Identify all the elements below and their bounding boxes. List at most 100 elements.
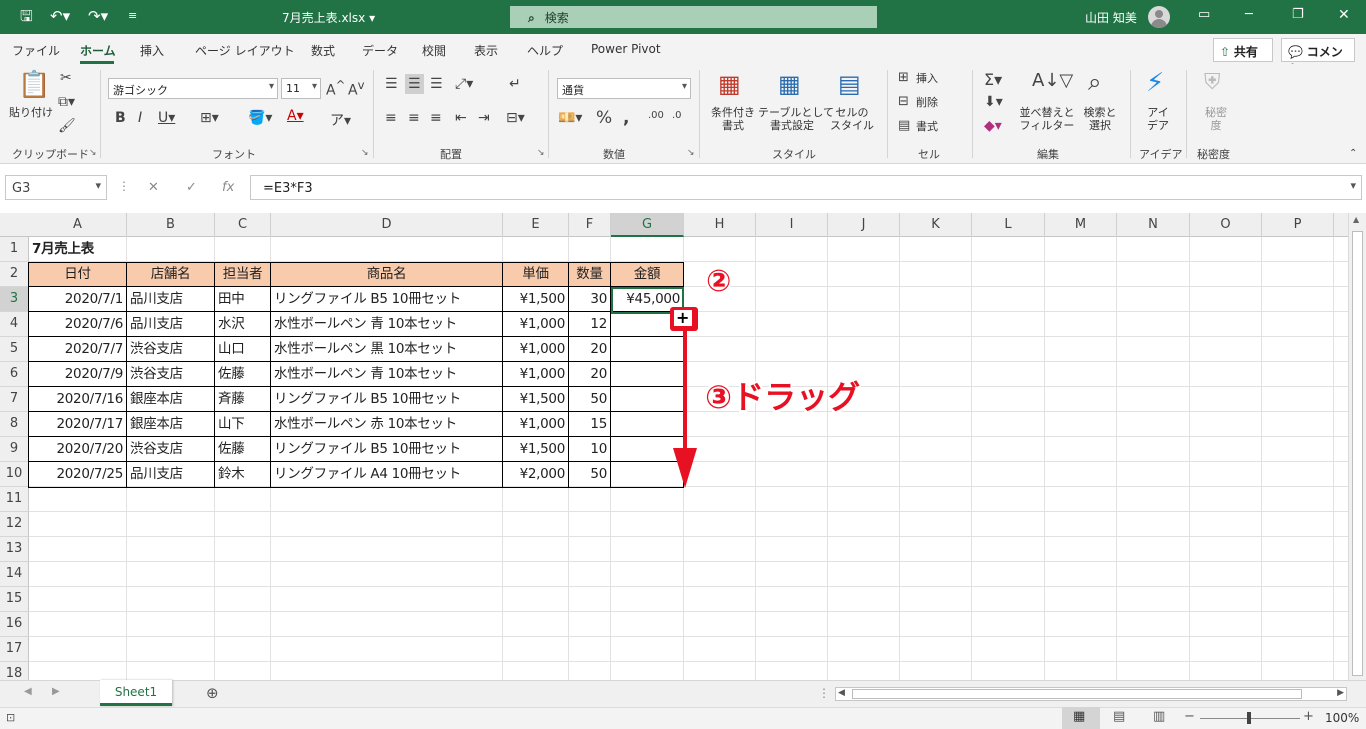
cancel-icon[interactable]: ✕ xyxy=(148,180,159,195)
column-header-g[interactable]: G xyxy=(611,213,684,237)
autosum-icon[interactable]: Σ▾ xyxy=(984,70,1002,89)
table-cell[interactable]: 田中 xyxy=(215,287,270,311)
table-cell[interactable]: ¥1,500 xyxy=(503,437,568,461)
align-top-icon[interactable]: ☰ xyxy=(385,76,398,92)
row-header-13[interactable]: 13 xyxy=(0,537,29,562)
column-header-m[interactable]: M xyxy=(1045,213,1117,237)
table-cell[interactable]: ¥1,000 xyxy=(503,362,568,386)
number-launcher-icon[interactable]: ↘ xyxy=(687,148,695,158)
table-cell[interactable]: 鈴木 xyxy=(215,462,270,486)
cut-icon[interactable]: ✂ xyxy=(60,70,72,86)
table-cell[interactable]: 10 xyxy=(569,437,610,461)
collapse-ribbon-icon[interactable]: ⌃ xyxy=(1349,148,1357,159)
format-as-table-button[interactable]: テーブルとして 書式設定 xyxy=(758,106,834,132)
column-header-n[interactable]: N xyxy=(1117,213,1190,237)
table-cell[interactable]: 水性ボールペン 青 10本セット xyxy=(271,312,502,336)
table-cell[interactable]: 佐藤 xyxy=(215,437,270,461)
underline-icon[interactable]: U▾ xyxy=(158,110,175,126)
column-header-b[interactable]: B xyxy=(127,213,215,237)
insert-function-icon[interactable]: fx xyxy=(222,180,234,195)
column-header-c[interactable]: C xyxy=(215,213,271,237)
table-cell[interactable]: リングファイル A4 10冊セット xyxy=(271,462,502,486)
row-header-11[interactable]: 11 xyxy=(0,487,29,512)
phonetic-icon[interactable]: ア▾ xyxy=(330,110,351,130)
align-right-icon[interactable]: ≡ xyxy=(430,110,442,126)
font-name-select[interactable]: 游ゴシック xyxy=(108,78,278,99)
table-cell[interactable]: 2020/7/7 xyxy=(29,337,126,361)
table-cell[interactable]: リングファイル B5 10冊セット xyxy=(271,437,502,461)
table-cell[interactable]: 水性ボールペン 黒 10本セット xyxy=(271,337,502,361)
table-header-cell[interactable]: 数量 xyxy=(569,262,610,286)
ideas-icon[interactable]: ⚡ xyxy=(1146,68,1164,98)
horizontal-scroll-thumb[interactable] xyxy=(852,689,1302,699)
zoom-level[interactable]: 100% xyxy=(1325,711,1359,725)
row-header-16[interactable]: 16 xyxy=(0,612,29,637)
vertical-scroll-thumb[interactable] xyxy=(1352,231,1363,676)
ideas-button[interactable]: アイ デア xyxy=(1140,106,1176,132)
font-color-icon[interactable]: A▾ xyxy=(287,108,304,124)
comma-icon[interactable]: , xyxy=(623,108,629,128)
normal-view-icon[interactable]: ▦ xyxy=(1073,709,1085,724)
column-header-l[interactable]: L xyxy=(972,213,1045,237)
table-cell[interactable]: 2020/7/25 xyxy=(29,462,126,486)
table-header-cell[interactable]: 金額 xyxy=(611,262,683,286)
column-header-i[interactable]: I xyxy=(756,213,828,237)
share-button[interactable]: ⇧ 共有 xyxy=(1213,38,1273,62)
row-header-9[interactable]: 9 xyxy=(0,437,29,462)
scroll-right-icon[interactable]: ▶ xyxy=(1337,688,1344,698)
sheet-title-cell[interactable]: 7月売上表 xyxy=(29,237,229,261)
italic-icon[interactable]: I xyxy=(138,110,142,126)
percent-icon[interactable]: % xyxy=(596,108,612,128)
find-icon[interactable]: ⌕ xyxy=(1088,68,1101,96)
row-header-18[interactable]: 18 xyxy=(0,662,29,680)
row-header-3[interactable]: 3 xyxy=(0,287,29,312)
increase-indent-icon[interactable]: ⇥ xyxy=(478,110,490,126)
table-cell[interactable]: 銀座本店 xyxy=(127,387,214,411)
row-header-4[interactable]: 4 xyxy=(0,312,29,337)
delete-cells-icon[interactable]: ⊟ xyxy=(898,94,909,109)
ribbon-display-icon[interactable]: ▭ xyxy=(1198,7,1210,22)
tab-review[interactable]: 校閲 xyxy=(422,42,446,59)
row-header-8[interactable]: 8 xyxy=(0,412,29,437)
table-cell[interactable]: 渋谷支店 xyxy=(127,362,214,386)
sort-filter-icon[interactable]: A↓▽ xyxy=(1032,70,1073,91)
delete-cells-button[interactable]: 削除 xyxy=(916,96,938,109)
search-box[interactable]: ⌕ 検索 xyxy=(510,6,877,28)
format-as-table-icon[interactable]: ▦ xyxy=(778,70,801,98)
tab-file[interactable]: ファイル xyxy=(12,42,60,59)
fill-icon[interactable]: ⬇▾ xyxy=(984,94,1003,110)
redo-icon[interactable]: ↷▾ xyxy=(88,7,108,25)
tab-data[interactable]: データ xyxy=(362,42,398,59)
page-break-view-icon[interactable]: ▥ xyxy=(1153,709,1165,724)
insert-cells-button[interactable]: 挿入 xyxy=(916,72,938,85)
column-header-e[interactable]: E xyxy=(503,213,569,237)
restore-icon[interactable]: ❐ xyxy=(1292,7,1304,22)
column-header-d[interactable]: D xyxy=(271,213,503,237)
column-header-h[interactable]: H xyxy=(684,213,756,237)
save-icon[interactable]: 🖫 xyxy=(20,7,33,25)
row-header-5[interactable]: 5 xyxy=(0,337,29,362)
table-cell[interactable]: 品川支店 xyxy=(127,462,214,486)
enter-icon[interactable]: ✓ xyxy=(186,180,197,195)
find-select-button[interactable]: 検索と 選択 xyxy=(1078,106,1122,132)
scroll-left-icon[interactable]: ◀ xyxy=(838,688,845,698)
clipboard-launcher-icon[interactable]: ↘ xyxy=(89,148,97,158)
conditional-format-icon[interactable]: ▦ xyxy=(718,70,741,98)
sort-filter-button[interactable]: 並べ替えと フィルター xyxy=(1018,106,1076,132)
tab-page-layout[interactable]: ページ レイアウト xyxy=(195,42,295,59)
paste-button[interactable]: 貼り付け xyxy=(8,106,54,119)
table-cell[interactable]: ¥1,500 xyxy=(503,287,568,311)
minimize-icon[interactable]: ─ xyxy=(1245,7,1253,22)
table-cell[interactable]: 2020/7/20 xyxy=(29,437,126,461)
column-header-a[interactable]: A xyxy=(29,213,127,237)
zoom-out-icon[interactable]: − xyxy=(1184,709,1195,724)
tab-help[interactable]: ヘルプ xyxy=(527,42,563,59)
name-box[interactable]: G3 xyxy=(5,175,107,200)
table-cell[interactable]: リングファイル B5 10冊セット xyxy=(271,287,502,311)
sensitivity-button[interactable]: 秘密 度 xyxy=(1196,106,1236,132)
row-header-17[interactable]: 17 xyxy=(0,637,29,662)
undo-icon[interactable]: ↶▾ xyxy=(50,7,70,25)
table-cell[interactable]: 山口 xyxy=(215,337,270,361)
table-cell[interactable]: 2020/7/9 xyxy=(29,362,126,386)
table-cell[interactable]: ¥1,000 xyxy=(503,412,568,436)
